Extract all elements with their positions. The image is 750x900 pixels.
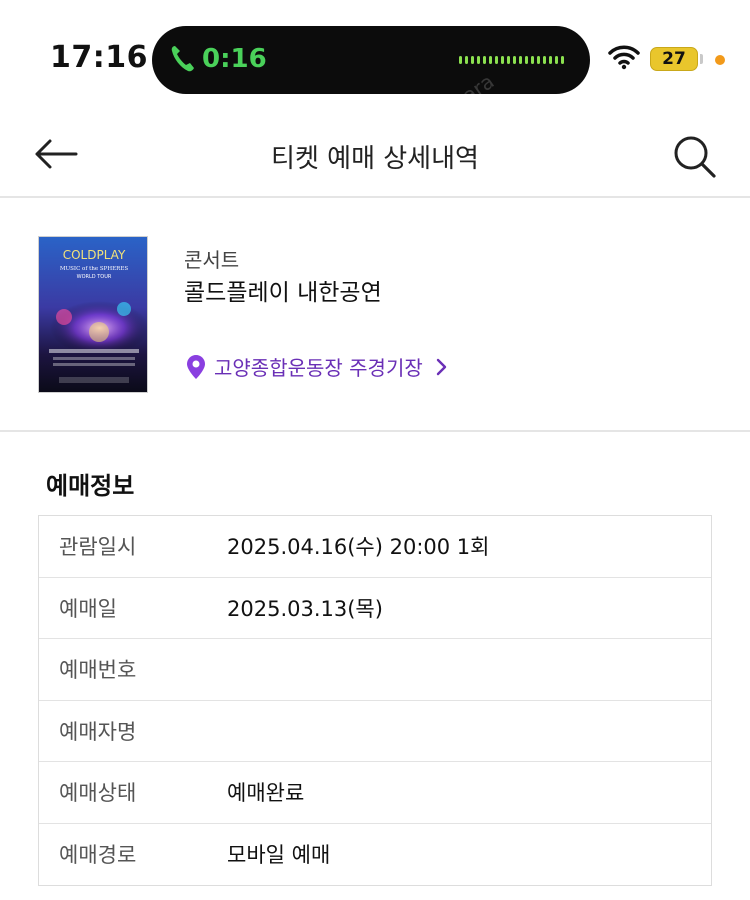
event-poster[interactable]: COLDPLAY MUSIC of the SPHERES WORLD TOUR <box>38 236 148 393</box>
call-timer: 0:16 <box>202 44 267 74</box>
row-label: 예매번호 <box>59 658 137 683</box>
status-time: 17:16 <box>50 40 148 75</box>
venue-link[interactable]: 고양종합운동장 주경기장 <box>186 352 447 381</box>
event-category: 콘서트 <box>184 248 240 272</box>
table-row: 예매일 2025.03.13(목) <box>39 578 711 639</box>
event-summary: COLDPLAY MUSIC of the SPHERES WORLD TOUR… <box>0 200 750 432</box>
poster-subtitle: WORLD TOUR <box>77 274 112 280</box>
table-row: 예매경로 모바일 예매 <box>39 824 711 886</box>
search-icon[interactable] <box>670 132 718 180</box>
row-label: 예매경로 <box>59 843 137 868</box>
row-value: 예매완료 <box>227 781 305 806</box>
row-label: 예매일 <box>59 596 117 621</box>
page-title: 티켓 예매 상세내역 <box>271 144 479 174</box>
event-title: 콜드플레이 내한공연 <box>184 280 382 306</box>
phone-icon <box>171 46 194 72</box>
table-row: 예매번호 <box>39 639 711 701</box>
row-value: 2025.03.13(목) <box>227 596 383 621</box>
row-value: 2025.04.16(수) 20:00 1회 <box>227 535 490 560</box>
privacy-indicator-dot <box>715 55 725 65</box>
dynamic-island-call[interactable]: 0:16 mara <box>152 26 590 119</box>
table-row: 예매자명 <box>39 701 711 762</box>
poster-tour-name: MUSIC of the SPHERES <box>60 266 128 272</box>
battery-icon: 27 <box>650 47 698 71</box>
row-label: 예매상태 <box>59 781 137 806</box>
battery-level: 27 <box>662 49 686 69</box>
row-label: 관람일시 <box>59 535 137 560</box>
table-row: 예매상태 예매완료 <box>39 762 711 824</box>
booking-section-title: 예매정보 <box>46 472 135 500</box>
wifi-icon <box>608 45 640 70</box>
poster-image: COLDPLAY MUSIC of the SPHERES WORLD TOUR <box>39 237 147 392</box>
row-value: 모바일 예매 <box>227 843 331 868</box>
battery-cap <box>700 54 703 64</box>
row-label: 예매자명 <box>59 719 137 744</box>
table-row: 관람일시 2025.04.16(수) 20:00 1회 <box>39 516 711 578</box>
poster-band-name: COLDPLAY <box>63 248 126 262</box>
booking-info-table: 관람일시 2025.04.16(수) 20:00 1회 예매일 2025.03.… <box>38 515 712 886</box>
venue-name: 고양종합운동장 주경기장 <box>214 356 423 380</box>
app-header: 티켓 예매 상세내역 <box>0 110 750 198</box>
chevron-right-icon <box>436 358 446 375</box>
status-bar: 17:16 0:16 mara 27 <box>0 0 750 119</box>
audio-waveform-icon <box>459 56 564 64</box>
location-pin-icon <box>187 354 205 379</box>
